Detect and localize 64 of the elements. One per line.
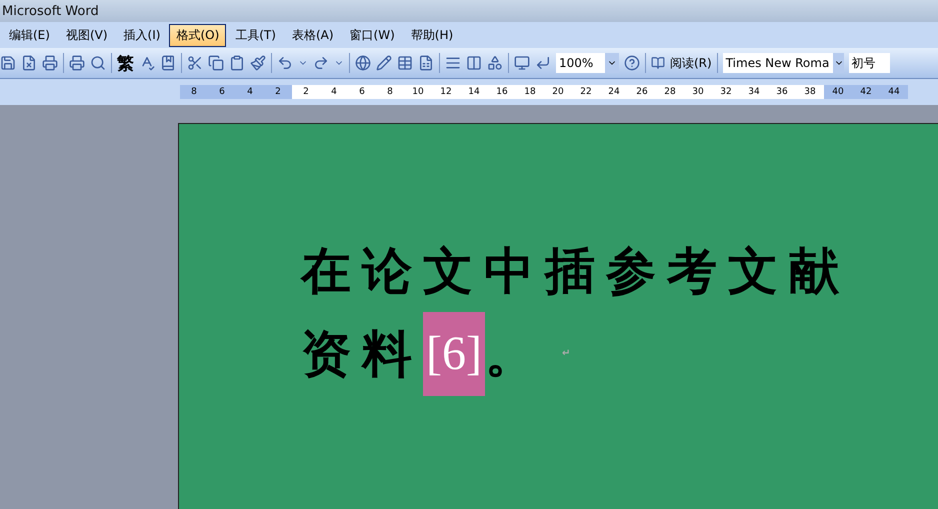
traditional-button[interactable]: 繁 — [117, 52, 134, 74]
undo-icon[interactable] — [277, 55, 293, 71]
ruler-number: 4 — [246, 86, 254, 99]
save-icon[interactable] — [0, 55, 16, 71]
ruler-number: 28 — [663, 86, 677, 99]
shapes-icon[interactable] — [487, 55, 503, 71]
copy-icon[interactable] — [208, 55, 224, 71]
font-size-combo[interactable]: 初号 — [848, 53, 890, 73]
ruler-number: 18 — [523, 86, 537, 99]
ruler-number: 38 — [803, 86, 817, 99]
window-title: Microsoft Word — [0, 0, 938, 22]
zoom-combo[interactable]: 100% — [556, 53, 619, 73]
help-icon[interactable] — [624, 55, 640, 71]
menu-item[interactable]: 工具(T) — [228, 24, 283, 46]
menu-item[interactable]: 格式(O) — [169, 24, 226, 46]
scissors-icon[interactable] — [187, 55, 203, 71]
citation-text: [6] — [423, 312, 485, 396]
ruler-number: 6 — [358, 86, 366, 99]
ruler-number: 10 — [411, 86, 425, 99]
read-button[interactable]: 阅读(R) — [670, 54, 712, 72]
book-icon[interactable] — [651, 56, 665, 70]
ruler-number: 2 — [302, 86, 310, 99]
table-icon[interactable] — [397, 55, 413, 71]
ruler-number: 6 — [218, 86, 226, 99]
ruler-number: 8 — [190, 86, 198, 99]
ruler-number: 2 — [274, 86, 282, 99]
heading-text: 。 — [484, 324, 546, 385]
ruler-number: 44 — [887, 86, 901, 99]
ruler-number: 24 — [607, 86, 621, 99]
ruler-number: 34 — [747, 86, 761, 99]
paragraph-mark: ↵ — [562, 347, 570, 361]
ruler-number: 36 — [775, 86, 789, 99]
font-combo[interactable]: Times New Roma — [722, 53, 844, 73]
ruler-number: 20 — [551, 86, 565, 99]
return-icon[interactable] — [535, 55, 551, 71]
menu-item[interactable]: 编辑(E) — [2, 24, 57, 46]
ruler-number: 42 — [859, 86, 873, 99]
clipboard-icon[interactable] — [229, 55, 245, 71]
paintbrush-icon[interactable] — [250, 55, 266, 71]
menu-item[interactable]: 视图(V) — [58, 24, 115, 46]
heading-text: 在论文中插参考文献 — [301, 241, 850, 302]
ruler-number: 4 — [330, 86, 338, 99]
menu-item[interactable]: 插入(I) — [116, 24, 168, 46]
ruler-number: 8 — [386, 86, 394, 99]
lines-icon[interactable] — [445, 55, 461, 71]
globe-icon[interactable] — [355, 55, 371, 71]
ruler-number: 40 — [831, 86, 845, 99]
spreadsheet-icon[interactable] — [418, 55, 434, 71]
ruler-number: 26 — [635, 86, 649, 99]
document-icon[interactable] — [21, 55, 37, 71]
redo-icon[interactable] — [313, 55, 329, 71]
ruler-number: 32 — [719, 86, 733, 99]
menu-item[interactable]: 表格(A) — [284, 24, 341, 46]
heading-text: 资料 — [301, 324, 423, 385]
menu-item[interactable]: 帮助(H) — [404, 24, 460, 46]
ruler-number: 12 — [439, 86, 453, 99]
menu-item[interactable]: 窗口(W) — [342, 24, 402, 46]
screen-icon[interactable] — [514, 55, 530, 71]
ruler-number: 16 — [495, 86, 509, 99]
columns-icon[interactable] — [466, 55, 482, 71]
printer-icon[interactable] — [69, 55, 85, 71]
ruler-number: 14 — [467, 86, 481, 99]
ruler-number: 22 — [579, 86, 593, 99]
ruler-number: 30 — [691, 86, 705, 99]
